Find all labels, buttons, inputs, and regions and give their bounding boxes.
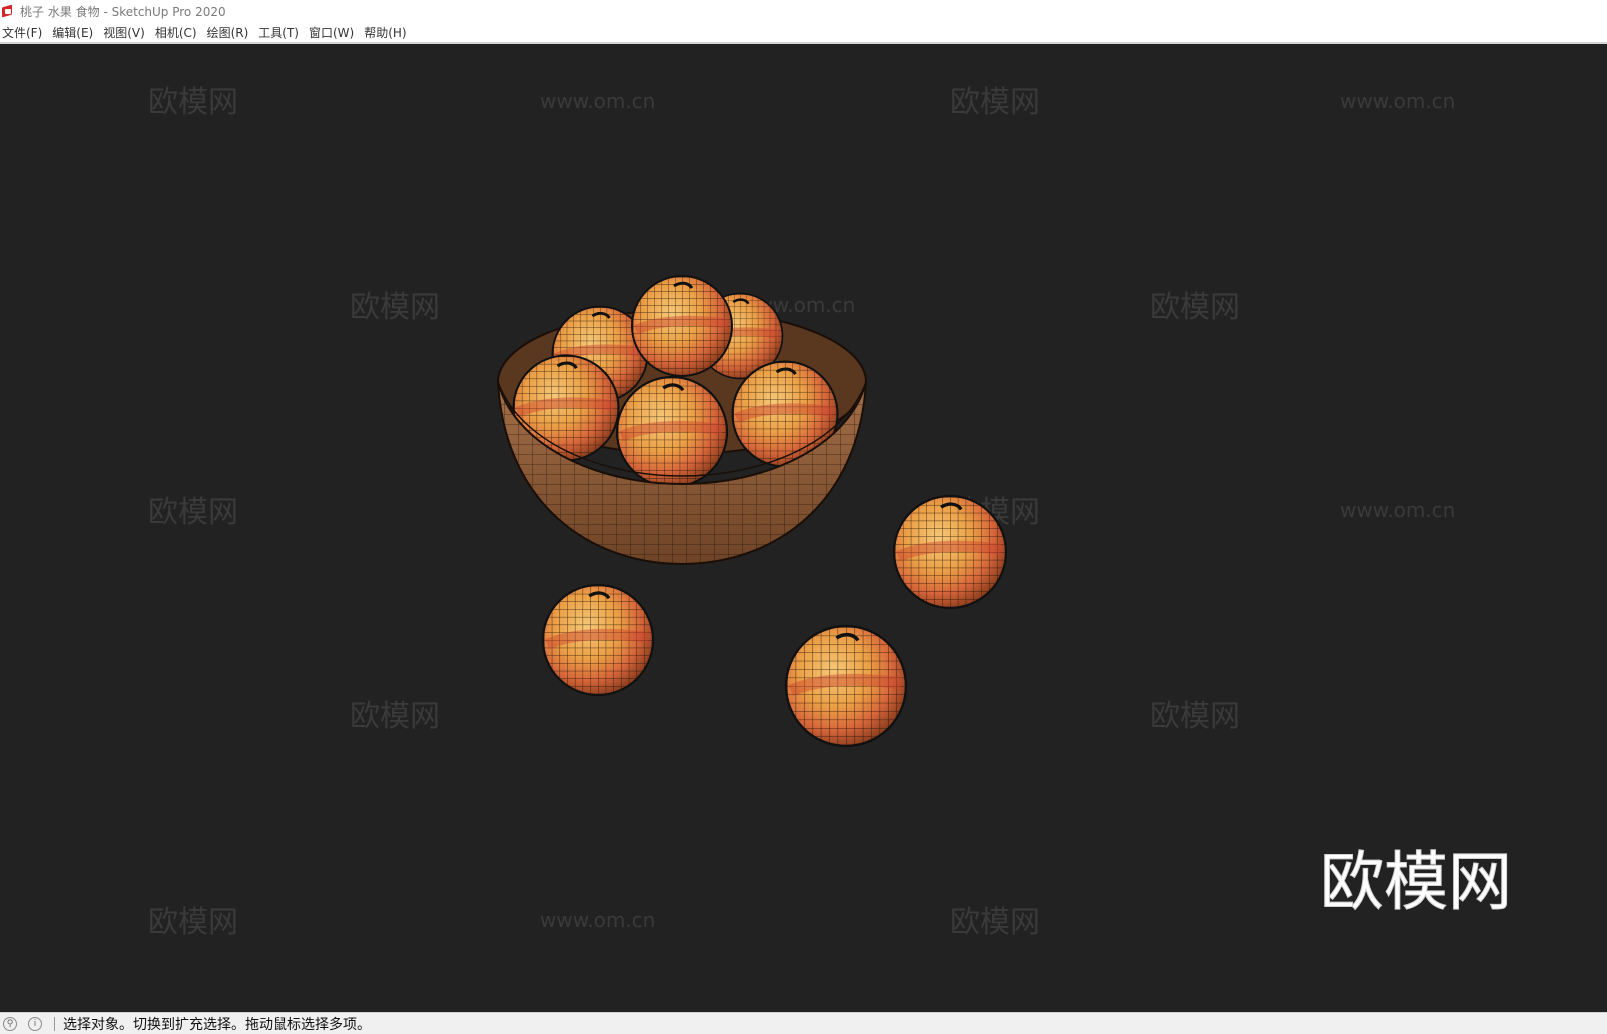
- fruit-bowl[interactable]: [497, 276, 867, 566]
- menu-help[interactable]: 帮助(H): [361, 24, 413, 41]
- menu-view[interactable]: 视图(V): [100, 24, 152, 41]
- menu-edit[interactable]: 编辑(E): [49, 24, 100, 41]
- watermark-text: 欧模网: [148, 85, 238, 120]
- status-message: 选择对象。切换到扩充选择。拖动鼠标选择多项。: [63, 1016, 371, 1033]
- info-icon[interactable]: i: [28, 1016, 42, 1031]
- brand-logo: 欧模网: [1320, 846, 1512, 920]
- watermark-text: 欧模网: [950, 905, 1040, 940]
- window-title: 桃子 水果 食物 - SketchUp Pro 2020: [20, 4, 226, 19]
- menu-window[interactable]: 窗口(W): [306, 24, 361, 41]
- watermark-text: 欧模网: [350, 699, 440, 734]
- title-bar: 桃子 水果 食物 - SketchUp Pro 2020: [0, 0, 1607, 22]
- model-viewport[interactable]: 欧模网 www.om.cn 欧模网 www.om.cn 欧模网 www.om.c…: [0, 44, 1607, 1012]
- watermark-text: 欧模网: [148, 495, 238, 530]
- watermark-text: 欧模网: [1150, 699, 1240, 734]
- peach-model[interactable]: [543, 585, 653, 695]
- peach-model[interactable]: [786, 626, 906, 746]
- watermark-text: 欧模网: [148, 905, 238, 940]
- watermark-text: 欧模网: [1150, 290, 1240, 325]
- watermark-text: 欧模网: [350, 290, 440, 325]
- watermark-text: 欧模网: [950, 85, 1040, 120]
- menu-tools[interactable]: 工具(T): [255, 24, 306, 41]
- menu-bar: 文件(F) 编辑(E) 视图(V) 相机(C) 绘图(R) 工具(T) 窗口(W…: [0, 22, 1607, 44]
- menu-camera[interactable]: 相机(C): [152, 24, 204, 41]
- watermark-url: www.om.cn: [540, 908, 655, 932]
- sketchup-logo-icon: [2, 4, 14, 18]
- status-divider: [54, 1016, 55, 1031]
- menu-draw[interactable]: 绘图(R): [204, 24, 256, 41]
- geolocation-icon[interactable]: ⚲: [3, 1016, 17, 1031]
- watermark-url: www.om.cn: [540, 89, 655, 113]
- menu-file[interactable]: 文件(F): [0, 24, 49, 41]
- status-bar: ⚲ i 选择对象。切换到扩充选择。拖动鼠标选择多项。: [0, 1012, 1607, 1034]
- watermark-url: www.om.cn: [1340, 498, 1455, 522]
- viewport-canvas[interactable]: 欧模网 www.om.cn 欧模网 www.om.cn 欧模网 www.om.c…: [0, 44, 1607, 1012]
- peach-model[interactable]: [894, 496, 1006, 608]
- watermark-url: www.om.cn: [1340, 89, 1455, 113]
